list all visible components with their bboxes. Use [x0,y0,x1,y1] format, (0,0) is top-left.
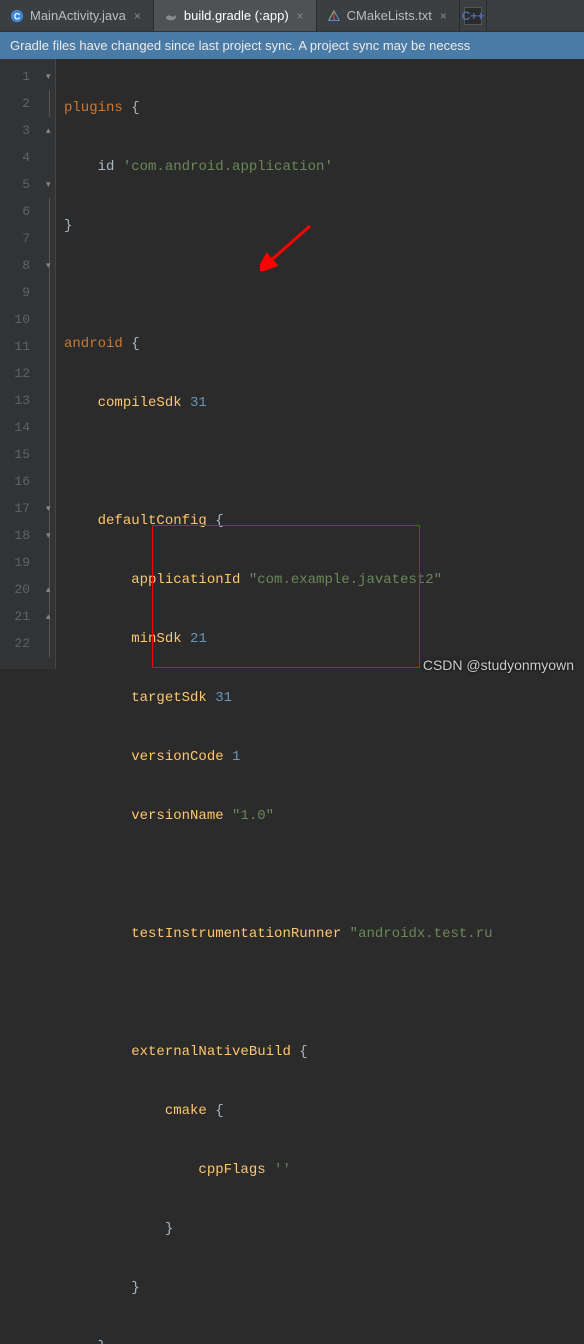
close-icon[interactable]: × [295,9,306,23]
cmake-icon [327,9,341,23]
fold-end-icon[interactable]: ▴ [46,613,54,621]
line-numbers: 1 2 3 4 5 6 7 8 9 10 11 12 13 14 15 16 1… [0,59,44,669]
fold-icon[interactable]: ▾ [46,532,54,540]
tab-build-gradle[interactable]: build.gradle (:app) × [154,0,317,31]
fold-icon[interactable]: ▾ [46,505,54,513]
cpp-icon: C++ [464,7,482,25]
tab-cmakelists[interactable]: CMakeLists.txt × [317,0,460,31]
fold-gutter: ▾ ▴ ▾ ▾ ▾ ▾ ▴ ▴ [44,59,56,669]
tab-label: build.gradle (:app) [184,8,289,23]
code-editor[interactable]: 1 2 3 4 5 6 7 8 9 10 11 12 13 14 15 16 1… [0,59,584,669]
watermark: CSDN @studyonmyown [423,657,574,673]
editor-tabs: C MainActivity.java × build.gradle (:app… [0,0,584,32]
svg-text:C: C [14,11,21,21]
tab-label: CMakeLists.txt [347,8,432,23]
tab-label: MainActivity.java [30,8,126,23]
fold-end-icon[interactable]: ▴ [46,127,54,135]
fold-icon[interactable]: ▾ [46,262,54,270]
fold-end-icon[interactable]: ▴ [46,586,54,594]
tab-overflow[interactable]: C++ [460,0,487,31]
sync-notification[interactable]: Gradle files have changed since last pro… [0,32,584,59]
close-icon[interactable]: × [132,9,143,23]
java-class-icon: C [10,9,24,23]
fold-icon[interactable]: ▾ [46,73,54,81]
notification-text: Gradle files have changed since last pro… [10,38,470,53]
tab-mainactivity[interactable]: C MainActivity.java × [0,0,154,31]
gradle-icon [164,9,178,23]
code-content[interactable]: plugins { id 'com.android.application' }… [56,59,493,669]
close-icon[interactable]: × [438,9,449,23]
fold-icon[interactable]: ▾ [46,181,54,189]
